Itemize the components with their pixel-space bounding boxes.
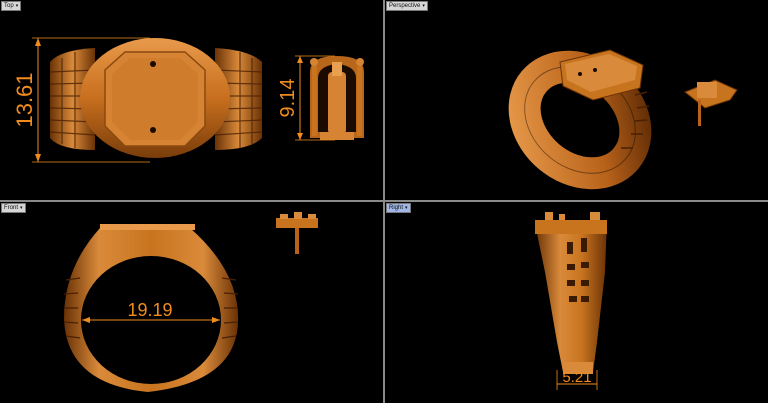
deity-figure [310,56,364,140]
viewport-perspective[interactable]: Perspective ▾ [385,0,768,200]
right-view-render: 5.21 [535,212,607,390]
front-view-render: 19.19 [63,212,318,392]
deity-figure-perspective [684,79,738,126]
viewport-tab-perspective[interactable]: Perspective ▾ [386,1,428,11]
viewport-tab-label: Front [4,205,19,211]
viewport-tab-right[interactable]: Right ▾ [386,203,411,213]
deity-figure-front [276,212,318,254]
perspective-view-render [508,49,738,190]
dimension-height-label: 13.61 [12,72,37,127]
ring-perspective [508,49,652,190]
dimension-figure-label: 9.14 [277,79,299,118]
viewport-front[interactable]: Front ▾ 19.19 [0,202,383,403]
viewport-tab-label: Top [4,3,14,9]
viewport-tab-top[interactable]: Top ▾ [1,1,22,11]
chevron-down-icon[interactable]: ▾ [20,204,23,212]
chevron-down-icon[interactable]: ▾ [422,2,425,10]
dimension-width: 5.21 [556,369,598,390]
ring-side [535,212,607,374]
viewport-top[interactable]: Top ▾ 13.61 9.14 [0,0,383,200]
ring-signet-top [80,38,230,158]
chevron-down-icon[interactable]: ▾ [405,204,408,212]
top-view-render: 13.61 9.14 [12,37,364,163]
viewport-right[interactable]: Right ▾ 5.21 [385,202,768,403]
viewport-tab-front[interactable]: Front ▾ [1,203,26,213]
dimension-diameter-label: 19.19 [127,300,172,320]
chevron-down-icon[interactable]: ▾ [16,2,19,10]
viewport-grid: Top ▾ 13.61 9.14 Perspective ▾ Front ▾ 1… [0,0,768,403]
dimension-width-label: 5.21 [562,369,591,386]
viewport-tab-label: Right [389,205,404,211]
viewport-tab-label: Perspective [389,3,421,9]
